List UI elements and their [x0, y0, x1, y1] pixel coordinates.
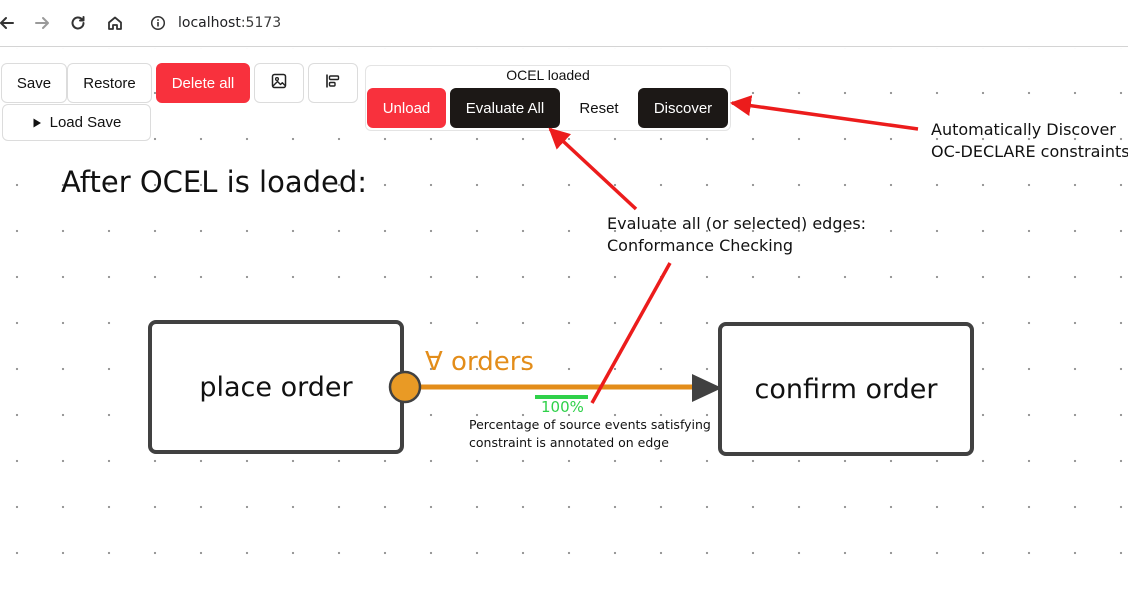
satisfaction-percentage: 100%: [541, 398, 584, 416]
play-icon: [32, 118, 42, 128]
load-save-button[interactable]: Load Save: [2, 104, 151, 141]
annotation-line: constraint is annotated on edge: [469, 435, 669, 450]
canvas-heading: After OCEL is loaded:: [61, 165, 368, 199]
annotation-line: Conformance Checking: [607, 236, 794, 255]
node-place-order[interactable]: place order: [148, 320, 404, 454]
home-icon[interactable]: [104, 12, 126, 34]
save-button[interactable]: Save: [1, 63, 67, 103]
browser-toolbar: localhost:5173: [0, 0, 1128, 47]
auto-layout-button[interactable]: [308, 63, 358, 103]
image-icon: [271, 73, 287, 93]
export-image-button[interactable]: [254, 63, 304, 103]
url-host: localhost: [178, 15, 241, 31]
ocel-status-title: OCEL loaded: [506, 67, 590, 83]
node-label: confirm order: [754, 373, 938, 405]
restore-button[interactable]: Restore: [67, 63, 152, 103]
url-port: :5173: [240, 15, 282, 31]
unload-button[interactable]: Unload: [367, 88, 446, 128]
node-label: place order: [199, 371, 353, 403]
reload-icon[interactable]: [67, 12, 89, 34]
forward-arrow-icon[interactable]: [31, 12, 53, 34]
annotation-line: Evaluate all (or selected) edges:: [607, 214, 867, 233]
reset-button[interactable]: Reset: [564, 88, 634, 128]
annotation-line: Automatically Discover: [931, 120, 1116, 139]
address-bar[interactable]: localhost:5173: [178, 15, 281, 31]
discover-button[interactable]: Discover: [638, 88, 728, 128]
annotation-evaluate: Evaluate all (or selected) edges: Confor…: [607, 213, 866, 257]
evaluate-all-button[interactable]: Evaluate All: [450, 88, 560, 128]
annotation-discover: Automatically Discover OC-DECLARE constr…: [931, 119, 1128, 163]
node-confirm-order[interactable]: confirm order: [718, 322, 974, 456]
align-left-icon: [325, 73, 341, 93]
site-info-icon[interactable]: [147, 12, 169, 34]
delete-all-button[interactable]: Delete all: [156, 63, 250, 103]
annotation-line: OC-DECLARE constraints: [931, 142, 1128, 161]
load-save-label: Load Save: [49, 114, 122, 131]
annotation-percentage: Percentage of source events satisfying c…: [469, 416, 711, 452]
back-arrow-icon[interactable]: [0, 12, 18, 34]
annotation-line: Percentage of source events satisfying: [469, 417, 711, 432]
edge-label: ∀ orders: [425, 347, 534, 377]
